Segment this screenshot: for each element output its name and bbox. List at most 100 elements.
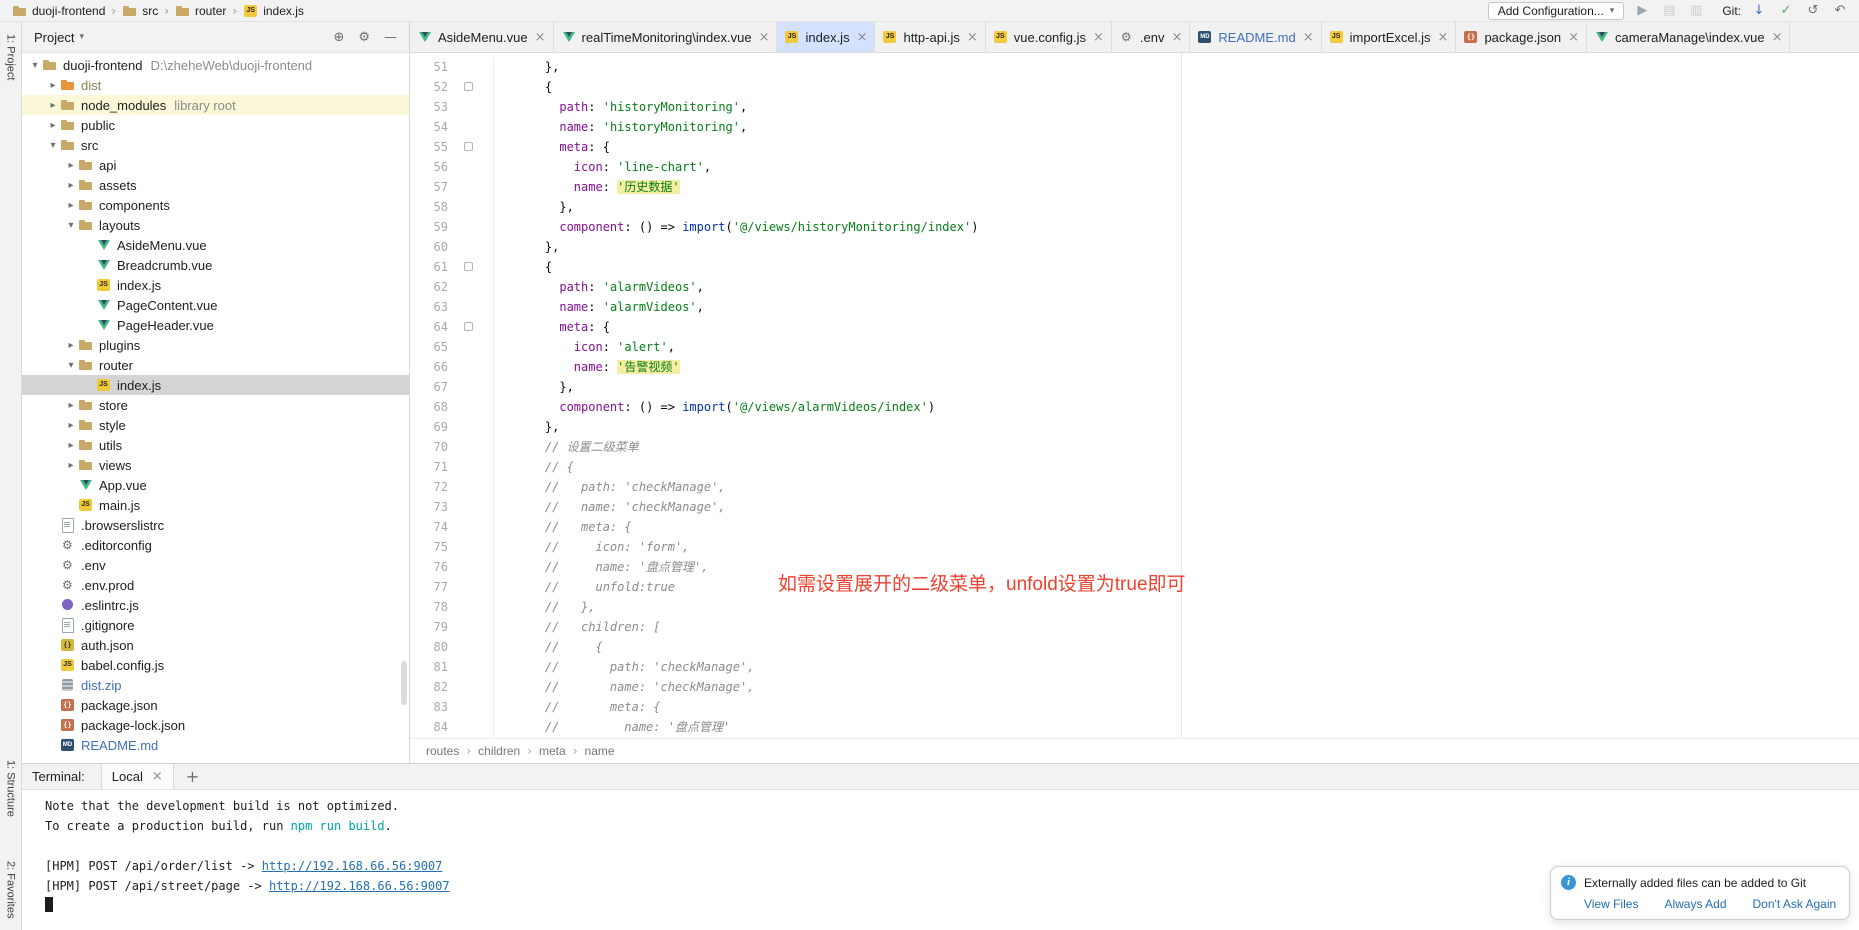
build-icon[interactable]: ▤ xyxy=(1660,3,1678,18)
line-number[interactable]: 51 xyxy=(410,57,448,77)
editor-tab[interactable]: index.js× xyxy=(777,22,875,52)
line-number[interactable]: 63 xyxy=(410,297,448,317)
git-revert-icon[interactable]: ↶ xyxy=(1831,3,1849,18)
tree-item[interactable]: package-lock.json xyxy=(22,715,409,735)
breadcrumb-item[interactable]: children xyxy=(478,744,520,758)
tree-item[interactable]: main.js xyxy=(22,495,409,515)
close-icon[interactable]: × xyxy=(1772,30,1783,45)
tree-item[interactable]: PageHeader.vue xyxy=(22,315,409,335)
close-icon[interactable]: × xyxy=(857,30,868,45)
close-icon[interactable]: × xyxy=(759,30,770,45)
tree-item[interactable]: .editorconfig xyxy=(22,535,409,555)
editor-tab[interactable]: .env× xyxy=(1112,22,1190,52)
tree-item[interactable]: babel.config.js xyxy=(22,655,409,675)
line-number[interactable]: 71 xyxy=(410,457,448,477)
close-icon[interactable]: × xyxy=(967,30,978,45)
close-icon[interactable]: × xyxy=(1172,30,1183,45)
line-number[interactable]: 62 xyxy=(410,277,448,297)
tree-item[interactable]: package.json xyxy=(22,695,409,715)
tree-item[interactable]: AsideMenu.vue xyxy=(22,235,409,255)
line-number[interactable]: 66 xyxy=(410,357,448,377)
new-terminal-tab-icon[interactable]: + xyxy=(186,767,199,786)
chevron-right-icon[interactable]: ▸ xyxy=(64,420,78,431)
editor-tab[interactable]: README.md× xyxy=(1190,22,1321,52)
close-icon[interactable]: × xyxy=(1438,30,1449,45)
line-number[interactable]: 57 xyxy=(410,177,448,197)
line-number[interactable]: 82 xyxy=(410,677,448,697)
tree-item[interactable]: index.js xyxy=(22,375,409,395)
hide-panel-icon[interactable]: — xyxy=(384,30,397,45)
breadcrumb-item[interactable]: name xyxy=(585,744,615,758)
locate-file-icon[interactable]: ⊕ xyxy=(333,30,344,45)
editor-tab[interactable]: realTimeMonitoring\index.vue× xyxy=(554,22,778,52)
chevron-down-icon[interactable]: ▾ xyxy=(79,32,84,42)
line-number[interactable]: 64 xyxy=(410,317,448,337)
line-number[interactable]: 74 xyxy=(410,517,448,537)
tree-item[interactable]: ▾src xyxy=(22,135,409,155)
add-configuration-button[interactable]: Add Configuration... ▾ xyxy=(1488,2,1625,20)
tree-item[interactable]: .eslintrc.js xyxy=(22,595,409,615)
line-number[interactable]: 70 xyxy=(410,437,448,457)
line-number[interactable]: 78 xyxy=(410,597,448,617)
line-number[interactable]: 80 xyxy=(410,637,448,657)
close-icon[interactable]: × xyxy=(1568,30,1579,45)
line-number[interactable]: 53 xyxy=(410,97,448,117)
tree-item[interactable]: .browserslistrc xyxy=(22,515,409,535)
tree-item[interactable]: ▸plugins xyxy=(22,335,409,355)
chevron-down-icon[interactable]: ▾ xyxy=(64,360,78,371)
breadcrumb-item[interactable]: index.js xyxy=(241,3,306,19)
chevron-right-icon[interactable]: ▸ xyxy=(46,80,60,91)
tree-item[interactable]: ▸dist xyxy=(22,75,409,95)
tree-item[interactable]: index.js xyxy=(22,275,409,295)
tree-item[interactable]: .env.prod xyxy=(22,575,409,595)
notification-action[interactable]: Always Add xyxy=(1664,897,1726,911)
tree-item[interactable]: ▸style xyxy=(22,415,409,435)
line-number[interactable]: 60 xyxy=(410,237,448,257)
tool-button-project[interactable]: 1: Project xyxy=(5,34,17,80)
git-history-icon[interactable]: ↺ xyxy=(1804,3,1822,18)
editor-tab[interactable]: cameraManage\index.vue× xyxy=(1587,22,1791,52)
terminal-link[interactable]: http://192.168.66.56:9007 xyxy=(269,879,450,893)
fold-icon[interactable] xyxy=(464,322,473,331)
line-number[interactable]: 69 xyxy=(410,417,448,437)
line-number[interactable]: 76 xyxy=(410,557,448,577)
terminal-tab-local[interactable]: Local × xyxy=(101,764,174,789)
close-icon[interactable]: × xyxy=(152,769,163,784)
tool-button-favorites[interactable]: 2: Favorites xyxy=(5,861,17,918)
tree-item[interactable]: ▾duoji-frontendD:\zheheWeb\duoji-fronten… xyxy=(22,55,409,75)
line-number[interactable]: 84 xyxy=(410,717,448,737)
code-editor[interactable]: 51 },52 {53 path: 'historyMonitoring',54… xyxy=(410,53,1859,738)
line-number[interactable]: 67 xyxy=(410,377,448,397)
line-number[interactable]: 54 xyxy=(410,117,448,137)
run-icon[interactable]: ▶ xyxy=(1633,3,1651,18)
close-icon[interactable]: × xyxy=(1303,30,1314,45)
chevron-down-icon[interactable]: ▾ xyxy=(28,60,42,71)
tree-item[interactable]: ▸utils xyxy=(22,435,409,455)
tree-item[interactable]: Breadcrumb.vue xyxy=(22,255,409,275)
close-icon[interactable]: × xyxy=(535,30,546,45)
chevron-right-icon[interactable]: ▸ xyxy=(64,440,78,451)
line-number[interactable]: 72 xyxy=(410,477,448,497)
tree-item[interactable]: README.md xyxy=(22,735,409,755)
notification-action[interactable]: Don't Ask Again xyxy=(1753,897,1837,911)
fold-icon[interactable] xyxy=(464,262,473,271)
tree-item[interactable]: App.vue xyxy=(22,475,409,495)
chevron-down-icon[interactable]: ▾ xyxy=(46,140,60,151)
chevron-right-icon[interactable]: ▸ xyxy=(64,180,78,191)
line-number[interactable]: 58 xyxy=(410,197,448,217)
terminal-link[interactable]: http://192.168.66.56:9007 xyxy=(262,859,443,873)
line-number[interactable]: 55 xyxy=(410,137,448,157)
line-number[interactable]: 61 xyxy=(410,257,448,277)
line-number[interactable]: 75 xyxy=(410,537,448,557)
tree-item[interactable]: ▸node_moduleslibrary root xyxy=(22,95,409,115)
breadcrumb-item[interactable]: duoji-frontend xyxy=(10,3,107,19)
tree-item[interactable]: ▸public xyxy=(22,115,409,135)
line-number[interactable]: 77 xyxy=(410,577,448,597)
editor-tab[interactable]: importExcel.js× xyxy=(1322,22,1457,52)
settings-icon[interactable]: ⚙ xyxy=(358,30,370,45)
editor-tab[interactable]: http-api.js× xyxy=(875,22,985,52)
breadcrumb-item[interactable]: src xyxy=(120,3,160,19)
git-update-icon[interactable]: ↓ xyxy=(1750,3,1768,18)
tree-item[interactable]: ▾router xyxy=(22,355,409,375)
tree-item[interactable]: ▾layouts xyxy=(22,215,409,235)
